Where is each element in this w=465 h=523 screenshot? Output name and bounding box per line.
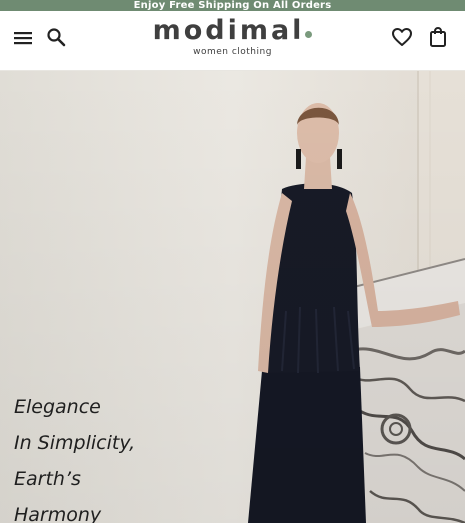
page: Enjoy Free Shipping On All Orders modima… [0,0,465,523]
heart-icon [392,28,412,46]
hero-headline-line-3: Earth’s [14,468,81,490]
promo-bar: Enjoy Free Shipping On All Orders [0,0,465,11]
shopping-bag-icon [430,26,446,47]
hero-headline-line-4: Harmony [14,504,102,523]
wishlist-button[interactable] [388,23,416,51]
cart-button[interactable] [424,23,452,51]
logo-text: modimal [152,15,305,46]
hero-banner[interactable]: Elegance In Simplicity, Earth’s Harmony [0,71,465,523]
hero-headline-line-1: Elegance [14,396,101,418]
promo-text: Enjoy Free Shipping On All Orders [133,0,332,11]
logo-wordmark: modimal [153,16,313,46]
logo-dot-icon [305,31,313,38]
hero-headline: Elegance In Simplicity, Earth’s Harmony [14,389,135,523]
hero-headline-line-2: In Simplicity, [14,432,136,454]
site-header: modimal women clothing [0,11,465,71]
